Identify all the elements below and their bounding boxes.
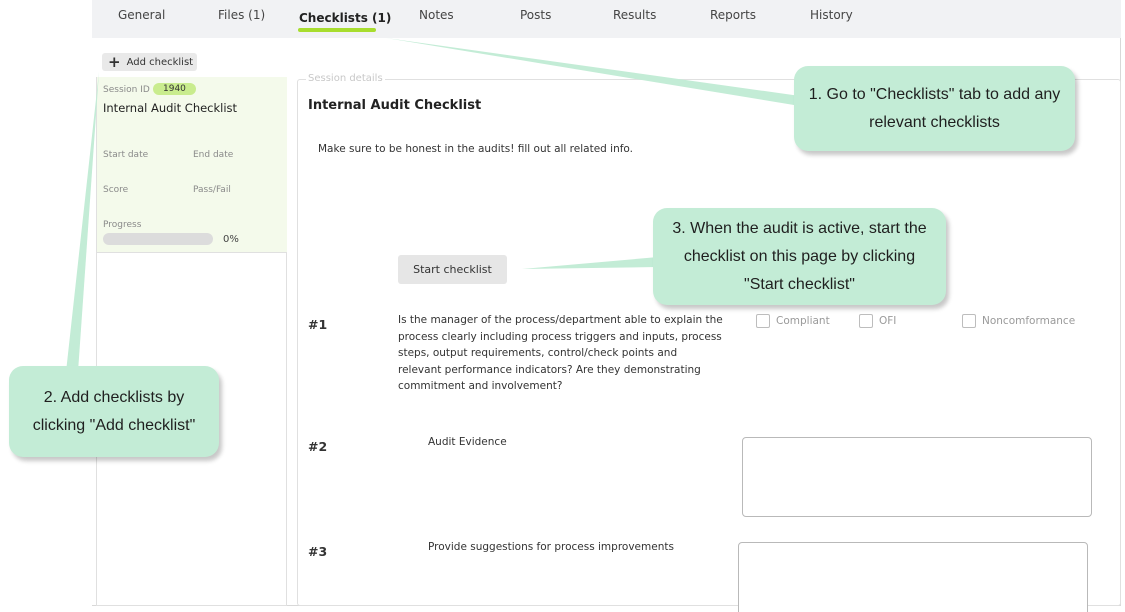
callout-2: 2. Add checklists by clicking "Add check… [9, 366, 219, 457]
screenshot-root: General Files (1) Checklists (1) Notes P… [0, 0, 1125, 612]
callout-2-pointer [66, 72, 99, 372]
callout-3-text: 3. When the audit is active, start the c… [672, 219, 927, 293]
callout-1-text: 1. Go to "Checklists" tab to add any rel… [808, 85, 1061, 131]
callout-3-pointer [522, 257, 658, 269]
callout-1-pointer [386, 38, 800, 106]
callout-3: 3. When the audit is active, start the c… [653, 208, 946, 305]
callout-2-text: 2. Add checklists by clicking "Add check… [32, 388, 196, 434]
callout-1: 1. Go to "Checklists" tab to add any rel… [794, 66, 1075, 151]
